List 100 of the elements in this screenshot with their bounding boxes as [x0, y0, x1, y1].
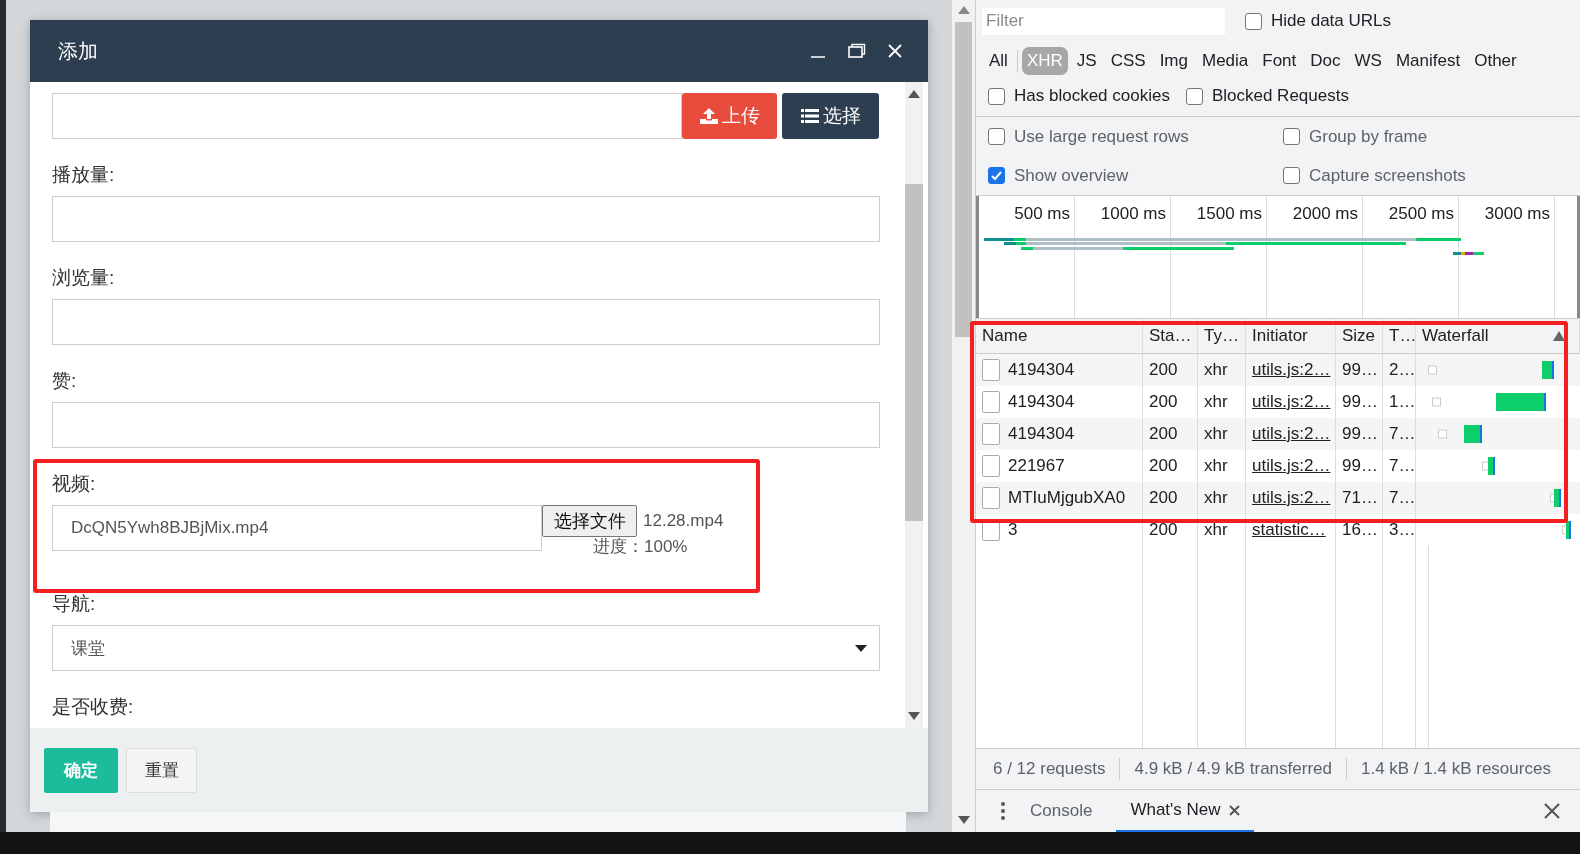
table-cell: 7… — [1389, 456, 1415, 476]
select-field[interactable]: 课堂 — [52, 625, 880, 671]
more-menu-icon[interactable] — [1000, 801, 1006, 821]
close-icon[interactable] — [1228, 804, 1240, 816]
type-filter-tab[interactable]: Media — [1196, 47, 1254, 75]
checkbox-label: Hide data URLs — [1271, 11, 1391, 31]
time-tick-label: 3000 ms — [1484, 204, 1550, 224]
initiator-link[interactable]: utils.js:2… — [1252, 360, 1331, 380]
table-cell: 99… — [1342, 456, 1378, 476]
input-field[interactable] — [52, 299, 880, 345]
input-field[interactable] — [52, 196, 880, 242]
table-cell: 99… — [1342, 424, 1378, 444]
column-header[interactable]: Waterfall — [1422, 326, 1489, 346]
checkbox-label: Use large request rows — [1014, 126, 1189, 147]
table-cell: xhr — [1204, 392, 1228, 412]
scroll-up-icon[interactable] — [908, 90, 920, 98]
table-cell: xhr — [1204, 360, 1228, 380]
status-text: 6 / 12 requests — [993, 759, 1106, 779]
drawer-tab[interactable]: Console — [1016, 790, 1107, 832]
initiator-link[interactable]: utils.js:2… — [1252, 488, 1331, 508]
table-cell: 1… — [1389, 392, 1415, 412]
table-cell: 200 — [1149, 456, 1178, 476]
column-header[interactable]: Initiator — [1252, 326, 1308, 346]
table-cell: xhr — [1204, 488, 1228, 508]
table-cell: 99… — [1342, 360, 1378, 380]
type-filter-tab[interactable]: Doc — [1305, 47, 1346, 75]
column-header[interactable]: Sta… — [1149, 326, 1192, 346]
table-cell[interactable]: 3 — [1008, 520, 1018, 540]
file-icon — [982, 487, 1000, 509]
table-cell: xhr — [1204, 520, 1228, 540]
scroll-down-icon[interactable] — [957, 816, 970, 824]
checkbox[interactable] — [1283, 167, 1300, 184]
file-icon — [982, 423, 1000, 445]
table-cell: xhr — [1204, 424, 1228, 444]
type-filter-tab[interactable]: CSS — [1105, 47, 1151, 75]
type-filter-tab[interactable]: All — [984, 47, 1013, 75]
table-cell: 16… — [1342, 520, 1378, 540]
filter-field[interactable]: Filter — [982, 7, 1225, 35]
initiator-link[interactable]: utils.js:2… — [1252, 392, 1331, 412]
column-header[interactable]: Ty… — [1204, 326, 1239, 346]
table-cell[interactable]: 4194304 — [1008, 424, 1075, 444]
table-cell: 99… — [1342, 392, 1378, 412]
dialog-title: 添加 — [58, 38, 98, 64]
select-button[interactable]: 选择 — [782, 93, 879, 139]
checkbox[interactable] — [1245, 12, 1262, 30]
file-icon — [982, 391, 1000, 413]
file-name: 12.28.mp4 — [643, 511, 724, 531]
scrollbar-thumb[interactable] — [905, 184, 923, 521]
waterfall-bar-drawing — [1550, 489, 1561, 507]
input-field[interactable] — [52, 93, 682, 139]
type-filter-tab[interactable]: WS — [1349, 47, 1387, 75]
close-icon[interactable] — [1544, 803, 1560, 819]
field-label: 导航: — [52, 593, 96, 614]
table-cell: 200 — [1149, 360, 1178, 380]
file-icon — [982, 455, 1000, 477]
table-cell: xhr — [1204, 456, 1228, 476]
checkbox[interactable] — [1185, 87, 1203, 105]
time-tick-label: 500 ms — [1014, 204, 1070, 224]
scrollbar[interactable] — [952, 0, 975, 832]
field-label: 赞: — [52, 370, 77, 391]
table-cell: 200 — [1149, 488, 1178, 508]
checkbox-label: Show overview — [1014, 165, 1129, 186]
upload-button[interactable]: 上传 — [682, 93, 777, 139]
checkbox-label: Capture screenshots — [1309, 165, 1466, 186]
table-cell[interactable]: 221967 — [1008, 456, 1065, 476]
type-filter-tab[interactable]: Other — [1469, 47, 1522, 75]
type-filter-tab[interactable]: JS — [1071, 47, 1102, 75]
scrollbar-thumb[interactable] — [955, 22, 972, 337]
initiator-link[interactable]: utils.js:2… — [1252, 456, 1331, 476]
type-filter-tab[interactable]: Img — [1154, 47, 1193, 75]
sort-up-icon[interactable] — [1553, 331, 1565, 341]
type-filter-tab[interactable]: Font — [1257, 47, 1302, 75]
time-tick-label: 1500 ms — [1196, 204, 1262, 224]
column-header[interactable]: Name — [982, 326, 1028, 346]
scroll-up-icon[interactable] — [957, 6, 970, 14]
table-cell[interactable]: 4194304 — [1008, 360, 1075, 380]
column-header[interactable]: Size — [1342, 326, 1376, 346]
initiator-link[interactable]: utils.js:2… — [1252, 424, 1331, 444]
waterfall-bar-drawing — [1482, 457, 1495, 475]
table-cell[interactable]: MTIuMjgubXA0 — [1008, 488, 1126, 508]
time-tick-label: 2500 ms — [1388, 204, 1454, 224]
input-field[interactable] — [52, 402, 880, 448]
list-icon — [800, 109, 819, 123]
choose-file-button[interactable]: 选择文件 — [542, 505, 637, 537]
table-cell: 200 — [1149, 520, 1178, 540]
reset-button[interactable]: 重置 — [126, 747, 197, 793]
checkbox[interactable] — [988, 128, 1005, 145]
type-filter-tab[interactable]: Manifest — [1390, 47, 1466, 75]
checkbox[interactable] — [988, 87, 1005, 105]
scrollbar[interactable] — [905, 82, 923, 728]
waterfall-bar-drawing — [1562, 521, 1571, 539]
checkbox[interactable] — [988, 167, 1005, 184]
checkbox[interactable] — [1283, 128, 1300, 145]
scroll-down-icon[interactable] — [908, 712, 920, 720]
maximize-icon[interactable] — [848, 43, 866, 59]
column-header[interactable]: T… — [1389, 326, 1417, 346]
initiator-link[interactable]: statistic… — [1252, 520, 1326, 540]
table-cell: 71… — [1342, 488, 1378, 508]
table-cell[interactable]: 4194304 — [1008, 392, 1075, 412]
input-field[interactable]: DcQN5Ywh8BJBjMix.mp4 — [52, 505, 542, 551]
